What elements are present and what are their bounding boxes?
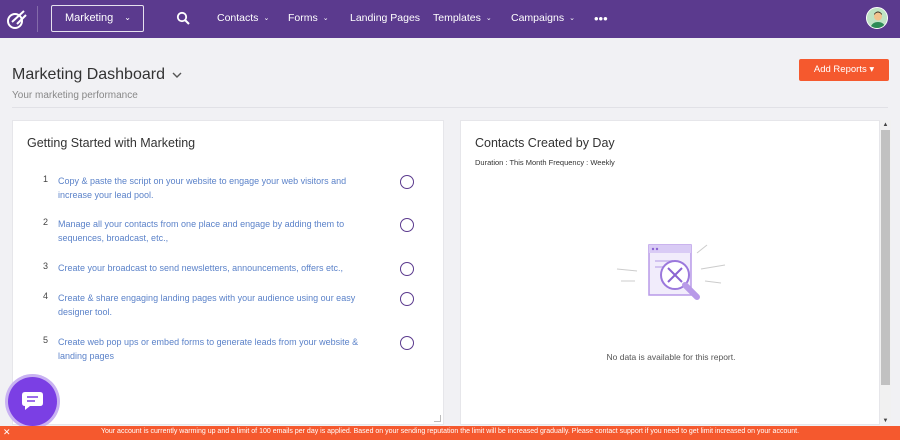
scrollbar-thumb[interactable]: [881, 130, 890, 385]
chevron-down-icon: ⌄: [322, 15, 329, 22]
step-number: 2: [43, 217, 49, 227]
search-icon[interactable]: [176, 11, 190, 25]
chevron-down-icon: ⌄: [569, 15, 575, 22]
avatar-icon: [867, 8, 887, 28]
chat-bubble-icon: [22, 392, 43, 410]
chat-widget-button[interactable]: [8, 377, 57, 426]
chevron-down-icon: ⌄: [263, 15, 270, 22]
top-navbar: Marketing ⌄ Contacts ⌄ Forms ⌄ Landing Pag…: [0, 0, 900, 38]
step-link[interactable]: Manage all your contacts from one place …: [58, 217, 376, 245]
step-status-circle-icon[interactable]: [400, 292, 414, 306]
step-number: 1: [43, 174, 49, 184]
user-avatar[interactable]: [866, 7, 888, 29]
nav-contacts[interactable]: Contacts ⌄: [217, 12, 269, 24]
warmup-banner-text: Your account is currently warming up and…: [100, 428, 800, 435]
step-link[interactable]: Create web pop ups or embed forms to gen…: [58, 335, 376, 363]
step-link[interactable]: Create & share engaging landing pages wi…: [58, 291, 376, 319]
no-data-illustration-icon: [616, 244, 726, 300]
contacts-report-title: Contacts Created by Day: [475, 136, 615, 150]
getting-started-card: Getting Started with Marketing 1 Copy & …: [12, 120, 444, 425]
nav-campaigns-label: Campaigns: [511, 12, 565, 24]
getting-started-title: Getting Started with Marketing: [27, 136, 196, 150]
page-title: Marketing Dashboard: [12, 66, 165, 83]
add-reports-button[interactable]: Add Reports ▾: [799, 59, 889, 81]
nav-divider: [37, 6, 38, 32]
nav-contacts-label: Contacts: [217, 12, 259, 24]
nav-templates-label: Templates: [433, 12, 481, 24]
ellipsis-icon[interactable]: •••: [594, 11, 608, 26]
step-link[interactable]: Copy & paste the script on your website …: [58, 174, 376, 202]
warmup-banner: ✕ Your account is currently warming up a…: [0, 426, 900, 440]
step-number: 4: [43, 291, 49, 301]
contacts-created-card: Contacts Created by Day Duration : This …: [460, 120, 880, 425]
nav-landing-pages-label: Landing Pages: [350, 12, 421, 24]
nav-templates[interactable]: Templates ⌄: [433, 12, 492, 24]
page-scrollbar[interactable]: ▲ ▼: [880, 120, 891, 425]
step-status-circle-icon[interactable]: [400, 336, 414, 350]
chevron-down-icon[interactable]: [172, 71, 182, 79]
app-logo-icon[interactable]: [6, 8, 28, 30]
step-number: 5: [43, 335, 49, 345]
step-status-circle-icon[interactable]: [400, 262, 414, 276]
resize-handle[interactable]: [434, 415, 441, 422]
workspace-select-label: Marketing: [65, 12, 114, 24]
chevron-down-icon: ⌄: [485, 15, 492, 22]
page-subtitle: Your marketing performance: [12, 90, 138, 101]
nav-campaigns[interactable]: Campaigns ⌄: [511, 12, 575, 24]
header-divider: [12, 107, 888, 108]
step-link[interactable]: Create your broadcast to send newsletter…: [58, 261, 376, 275]
step-number: 3: [43, 261, 49, 271]
nav-forms-label: Forms: [288, 12, 318, 24]
nav-landing-pages[interactable]: Landing Pages: [350, 12, 420, 24]
no-data-message: No data is available for this report.: [606, 352, 736, 362]
chevron-down-icon: ⌄: [124, 13, 131, 22]
step-status-circle-icon[interactable]: [400, 218, 414, 232]
step-status-circle-icon[interactable]: [400, 175, 414, 189]
workspace-select[interactable]: Marketing ⌄: [51, 5, 144, 32]
scroll-up-arrow-icon[interactable]: ▲: [880, 122, 891, 128]
scroll-down-arrow-icon[interactable]: ▼: [880, 418, 891, 424]
report-duration: Duration : This Month Frequency : Weekly: [475, 158, 615, 167]
nav-forms[interactable]: Forms ⌄: [288, 12, 329, 24]
